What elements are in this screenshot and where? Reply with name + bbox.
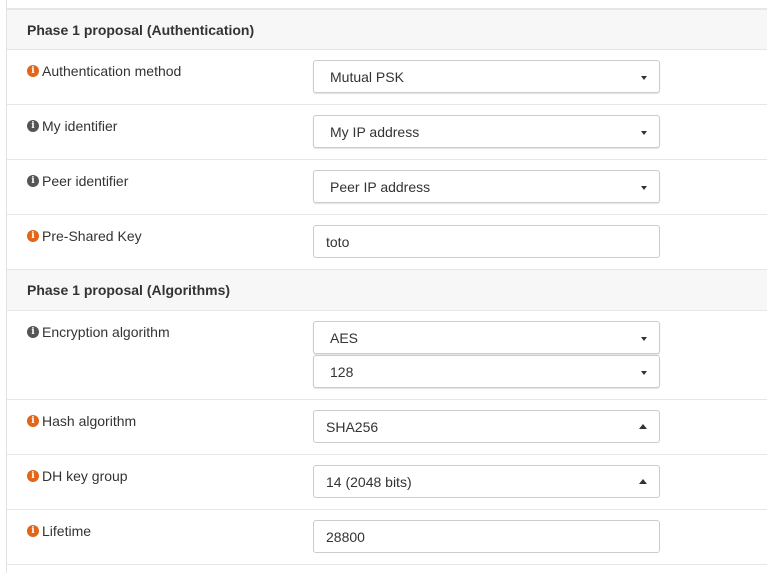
section-header-authentication: Phase 1 proposal (Authentication) [7,9,767,50]
dh-key-group-select[interactable]: 14 (2048 bits) [313,465,660,498]
select-value: My IP address [330,123,420,140]
chevron-up-icon [639,424,647,429]
label-dh-key-group: DH key group [42,468,128,484]
select-value: 128 [330,363,354,380]
row-encryption-algorithm: i Encryption algorithm AES 128 [7,311,767,400]
section-title: Phase 1 proposal (Authentication) [27,21,255,38]
chevron-down-icon [641,186,647,190]
info-icon[interactable]: i [27,65,39,77]
info-icon[interactable]: i [27,120,39,132]
ipsec-phase1-form: Phase 1 proposal (Authentication) i Auth… [6,0,767,573]
chevron-up-icon [639,479,647,484]
select-value: Peer IP address [330,178,431,195]
row-dh-key-group: i DH key group 14 (2048 bits) [7,455,767,510]
field-label: i Encryption algorithm [27,324,170,340]
pre-shared-key-input[interactable]: toto [313,225,660,258]
section-header-algorithms: Phase 1 proposal (Algorithms) [7,270,767,311]
row-peer-identifier: i Peer identifier Peer IP address [7,160,767,215]
info-icon[interactable]: i [27,230,39,242]
chevron-down-icon [641,131,647,135]
input-value: 28800 [326,528,365,545]
label-authentication-method: Authentication method [42,63,182,79]
encryption-algorithm-select[interactable]: AES [313,321,660,354]
row-my-identifier: i My identifier My IP address [7,105,767,160]
info-icon[interactable]: i [27,175,39,187]
field-label: i Pre-Shared Key [27,228,142,244]
row-pre-shared-key: i Pre-Shared Key toto [7,215,767,270]
label-pre-shared-key: Pre-Shared Key [42,228,142,244]
lifetime-input[interactable]: 28800 [313,520,660,553]
label-encryption-algorithm: Encryption algorithm [42,324,170,340]
field-label: i Lifetime [27,523,91,539]
select-value: 14 (2048 bits) [326,473,412,490]
field-label: i Peer identifier [27,173,128,189]
chevron-down-icon [641,76,647,80]
field-label: i Authentication method [27,63,181,79]
field-label: i Hash algorithm [27,413,136,429]
select-value: SHA256 [326,418,379,435]
input-value: toto [326,233,350,250]
hash-algorithm-select[interactable]: SHA256 [313,410,660,443]
section-title: Phase 1 proposal (Algorithms) [27,282,231,298]
info-icon[interactable]: i [27,415,39,427]
label-hash-algorithm: Hash algorithm [42,413,137,429]
select-value: Mutual PSK [330,68,404,85]
info-icon[interactable]: i [27,326,39,338]
peer-identifier-select[interactable]: Peer IP address [313,170,660,203]
field-label: i DH key group [27,468,128,484]
chevron-down-icon [641,371,647,375]
key-length-select[interactable]: 128 [313,355,660,388]
label-lifetime: Lifetime [42,523,92,539]
row-hash-algorithm: i Hash algorithm SHA256 [7,400,767,455]
field-label: i My identifier [27,118,117,134]
info-icon[interactable]: i [27,525,39,537]
label-peer-identifier: Peer identifier [42,173,129,189]
info-icon[interactable]: i [27,470,39,482]
chevron-down-icon [641,337,647,341]
authentication-method-select[interactable]: Mutual PSK [313,60,660,93]
select-value: AES [330,329,359,346]
row-lifetime: i Lifetime 28800 [7,510,767,565]
row-authentication-method: i Authentication method Mutual PSK [7,50,767,105]
my-identifier-select[interactable]: My IP address [313,115,660,148]
label-my-identifier: My identifier [42,118,118,134]
